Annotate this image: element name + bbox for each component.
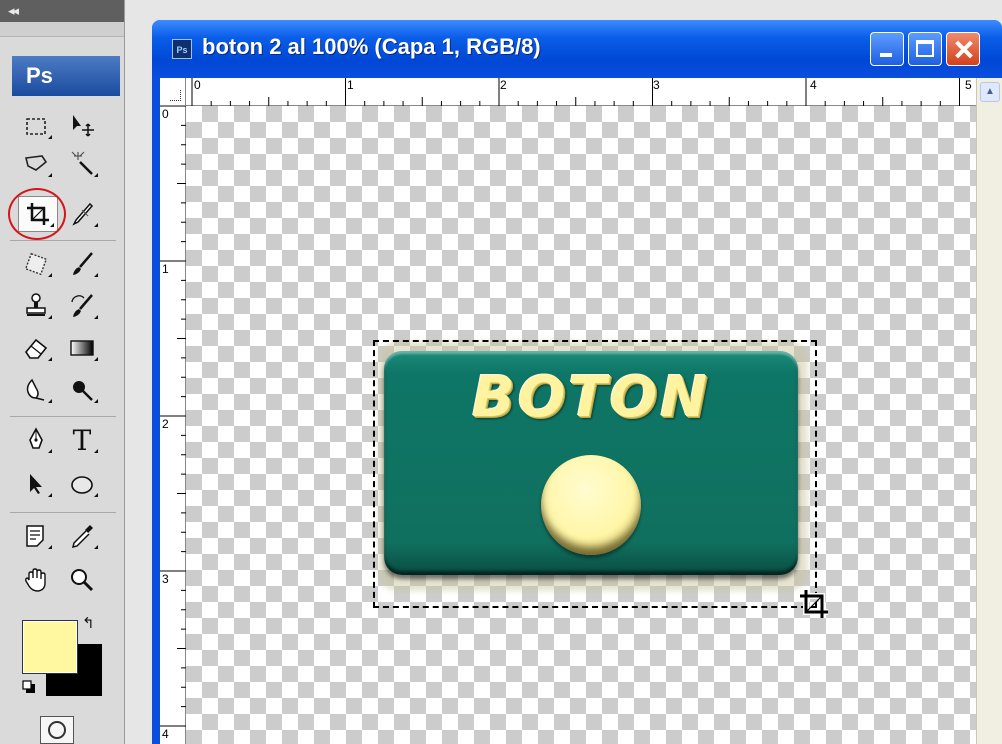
palette-grip[interactable] [0,22,124,37]
document-title: boton 2 al 100% (Capa 1, RGB/8) [202,34,541,59]
crop-tool-highlight-circle [8,188,66,240]
zoom-tool[interactable] [64,564,100,596]
blur-tool[interactable] [18,374,54,406]
magic-wand-icon [71,151,93,175]
v-ruler-label: 4 [162,727,169,741]
zoom-icon [71,569,94,592]
vertical-scrollbar[interactable]: ▲ [976,78,1002,744]
transparent-canvas[interactable]: BOTON [186,106,976,744]
ellipse-icon [71,476,93,494]
eraser-icon [25,338,48,359]
type-tool[interactable]: T [64,423,100,457]
quick-mask-button[interactable] [40,716,74,744]
v-ruler-label: 0 [162,107,169,121]
h-ruler-label: 2 [500,78,507,92]
lasso-icon [25,155,48,171]
horizontal-ruler[interactable]: 0 1 2 3 4 5 [186,78,976,106]
notes-tool[interactable] [18,520,54,552]
move-tool[interactable] [64,110,100,142]
default-colors-icon[interactable] [22,680,36,694]
path-selection-icon [30,474,42,494]
tools-palette: ◂◂ Ps T ↰ [0,0,125,744]
pen-icon [29,427,43,449]
close-button[interactable] [946,32,980,66]
horizontal-ruler-ticks [191,78,960,106]
document-client-area: 0 1 2 3 4 5 0 1 2 3 4 BOTON ▲ [160,78,1002,744]
crop-cursor-icon [800,590,828,618]
healing-brush-tool[interactable] [18,248,54,280]
history-brush-tool[interactable] [64,290,100,322]
clone-stamp-tool[interactable] [18,290,54,322]
blur-icon [26,378,45,401]
eyedropper-tool[interactable] [64,520,100,552]
h-ruler-label: 1 [347,78,354,92]
dodge-icon [73,381,93,401]
dodge-tool[interactable] [64,374,100,406]
type-icon: T [72,423,92,457]
hand-icon [24,568,46,592]
ruler-origin[interactable] [160,78,186,106]
h-ruler-label: 3 [653,78,660,92]
lasso-tool[interactable] [18,148,54,180]
rect-marquee-icon [26,118,46,135]
stamp-icon [26,293,46,316]
eyedropper-icon [71,525,93,549]
v-ruler-label: 1 [162,262,169,276]
swap-colors-icon[interactable]: ↰ [82,614,102,634]
notes-icon [26,525,44,547]
pen-tool[interactable] [18,424,54,456]
marquee-tool[interactable] [18,110,54,142]
crop-selection-marquee[interactable] [373,340,817,608]
v-ruler-label: 2 [162,417,169,431]
gradient-icon [70,340,94,356]
quick-mask-icon [48,721,66,739]
h-ruler-label: 4 [810,78,817,92]
photoshop-document-icon[interactable]: Ps [172,39,192,59]
collapse-palette-button[interactable]: ◂◂ [0,0,124,22]
magic-wand-tool[interactable] [64,148,100,180]
brush-icon [73,252,93,275]
v-ruler-label: 3 [162,572,169,586]
brush-tool[interactable] [64,248,100,280]
h-ruler-label: 0 [194,78,201,92]
history-brush-icon [71,294,93,317]
slice-icon [72,202,94,226]
maximize-button[interactable] [908,32,942,66]
hand-tool[interactable] [18,564,54,596]
scroll-up-button[interactable]: ▲ [980,82,1000,102]
minimize-button[interactable] [870,32,904,66]
move-icon [73,115,94,137]
gradient-tool[interactable] [64,332,100,364]
h-ruler-label: 5 [965,78,972,92]
ellipse-tool[interactable] [64,468,100,500]
slice-tool[interactable] [64,198,100,230]
healing-brush-icon [24,252,48,276]
document-title-bar[interactable]: Ps boton 2 al 100% (Capa 1, RGB/8) [152,20,1002,78]
vertical-ruler[interactable]: 0 1 2 3 4 [160,106,186,744]
path-selection-tool[interactable] [18,468,54,500]
photoshop-logo[interactable]: Ps [12,56,120,96]
eraser-tool[interactable] [18,332,54,364]
document-window: Ps boton 2 al 100% (Capa 1, RGB/8) 0 1 2… [152,20,1002,744]
foreground-color-swatch[interactable] [22,620,78,674]
